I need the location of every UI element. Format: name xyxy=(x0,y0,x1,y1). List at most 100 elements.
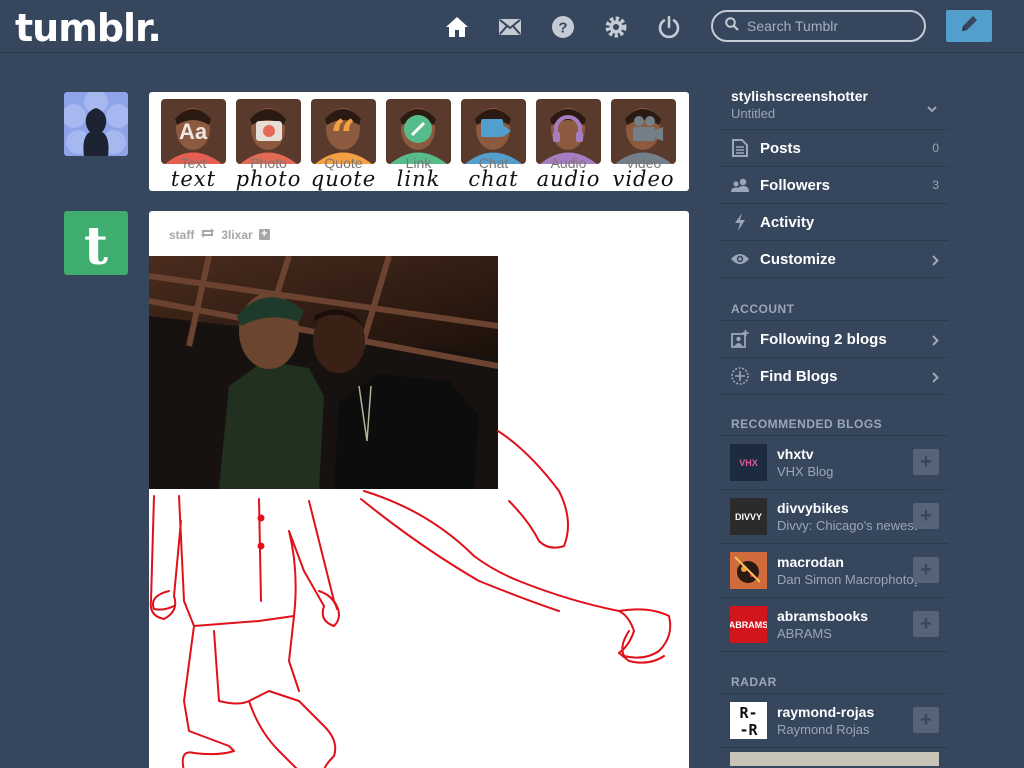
blog-row-vhxtv[interactable]: VHX vhxtv VHX Blog + xyxy=(720,436,949,490)
sidebar-item-label: Customize xyxy=(760,250,836,268)
compose-button[interactable] xyxy=(946,10,992,42)
compass-icon xyxy=(731,367,749,385)
svg-text:R-: R- xyxy=(739,704,757,722)
follow-button[interactable]: + xyxy=(913,449,939,475)
post-type-script: link xyxy=(396,167,441,191)
reblog-icon xyxy=(200,227,215,242)
sidebar: stylishscreenshotter Untitled Posts 0 Fo… xyxy=(720,80,949,766)
blog-title: Untitled xyxy=(731,106,776,121)
blog-avatar-text: ABRAMS xyxy=(730,619,767,630)
blog-description: Raymond Rojas xyxy=(777,722,870,737)
chevron-right-icon xyxy=(932,333,939,351)
blog-name[interactable]: vhxtv xyxy=(777,446,917,462)
search-icon xyxy=(725,16,739,36)
blog-avatar[interactable] xyxy=(730,552,767,589)
sidebar-item-customize[interactable]: Customize xyxy=(720,241,949,278)
help-icon[interactable]: ? xyxy=(551,15,575,39)
blog-avatar-text: VHX xyxy=(739,457,758,468)
account-heading: ACCOUNT xyxy=(720,278,949,321)
posts-count: 0 xyxy=(932,141,939,155)
blog-row-raymond-rojas[interactable]: R- -R raymond-rojas Raymond Rojas + xyxy=(720,694,949,748)
svg-text:?: ? xyxy=(558,20,567,37)
follow-button[interactable]: + xyxy=(913,503,939,529)
post-card: staff 3lixar + xyxy=(149,211,689,768)
blog-avatar[interactable]: VHX xyxy=(730,444,767,481)
post-type-quote[interactable]: “Quote quote xyxy=(305,99,380,191)
blog-name[interactable]: macrodan xyxy=(777,554,917,570)
sidebar-item-find-blogs[interactable]: Find Blogs xyxy=(720,358,949,395)
blog-name[interactable]: abramsbooks xyxy=(777,608,917,624)
post-type-script: audio xyxy=(536,167,601,191)
recommended-heading: RECOMMENDED BLOGS xyxy=(720,395,949,436)
post-type-chat[interactable]: Chat chat xyxy=(455,99,530,191)
plus-icon: + xyxy=(920,559,932,581)
search-box xyxy=(711,10,926,42)
radar-preview-image[interactable] xyxy=(730,752,939,766)
followers-icon xyxy=(731,176,749,194)
blog-avatar[interactable]: DIVVY xyxy=(730,498,767,535)
post-type-text[interactable]: Aa Text text xyxy=(155,99,230,191)
post-type-link[interactable]: Link link xyxy=(380,99,455,191)
plus-icon: + xyxy=(920,709,932,731)
sidebar-item-label: Find Blogs xyxy=(760,367,838,385)
post-type-video[interactable]: Video video xyxy=(605,99,680,191)
top-bar: tumblr. ? xyxy=(0,0,1024,53)
sidebar-item-label: Followers xyxy=(760,176,831,194)
blog-description: Divvy: Chicago's newest xyxy=(777,518,917,533)
pencil-icon xyxy=(958,13,980,40)
sidebar-item-followers[interactable]: Followers 3 xyxy=(720,167,949,204)
blog-name[interactable]: divvybikes xyxy=(777,500,917,516)
staff-avatar[interactable]: t xyxy=(64,211,128,275)
post-type-bar: Aa Text text Photo photo “Quote quote Link link C… xyxy=(149,92,689,191)
blog-description: Dan Simon Macrophotography xyxy=(777,572,917,587)
lightning-icon xyxy=(731,213,749,231)
blog-name[interactable]: raymond-rojas xyxy=(777,704,917,720)
post-header: staff 3lixar + xyxy=(169,227,270,242)
reblogged-from[interactable]: 3lixar xyxy=(221,228,252,242)
blog-description: VHX Blog xyxy=(777,464,834,479)
radar-heading: RADAR xyxy=(720,652,949,694)
eye-icon xyxy=(731,250,749,268)
svg-text:t: t xyxy=(84,216,108,275)
post-drawing xyxy=(149,430,672,768)
blog-row-macrodan[interactable]: macrodan Dan Simon Macrophotography+ xyxy=(720,544,949,598)
blog-avatar[interactable]: ABRAMS xyxy=(730,606,767,643)
post-type-script: text xyxy=(170,167,217,191)
chevron-right-icon xyxy=(932,253,939,271)
sidebar-item-following[interactable]: Following 2 blogs xyxy=(720,321,949,358)
post-type-photo[interactable]: Photo photo xyxy=(230,99,305,191)
followers-count: 3 xyxy=(932,178,939,192)
svg-text:Aa: Aa xyxy=(179,119,208,144)
blog-row-abramsbooks[interactable]: ABRAMS abramsbooks ABRAMS + xyxy=(720,598,949,652)
svg-text:-R: -R xyxy=(739,721,758,739)
follow-plus-icon[interactable]: + xyxy=(258,229,270,240)
follow-button[interactable]: + xyxy=(913,707,939,733)
post-type-script: photo xyxy=(235,167,302,191)
follow-button[interactable]: + xyxy=(913,557,939,583)
logout-icon[interactable] xyxy=(657,15,681,39)
chevron-down-icon[interactable] xyxy=(927,100,937,118)
tumblr-logo[interactable]: tumblr. xyxy=(15,6,162,50)
user-avatar[interactable] xyxy=(64,92,128,156)
sidebar-item-label: Posts xyxy=(760,139,801,157)
blog-avatar-text: DIVVY xyxy=(734,511,762,522)
post-type-script: chat xyxy=(468,167,519,191)
sidebar-item-label: Following 2 blogs xyxy=(760,330,887,348)
blog-header[interactable]: stylishscreenshotter Untitled xyxy=(720,80,949,130)
sidebar-item-activity[interactable]: Activity xyxy=(720,204,949,241)
follow-button[interactable]: + xyxy=(913,611,939,637)
sidebar-item-posts[interactable]: Posts 0 xyxy=(720,130,949,167)
plus-icon: + xyxy=(920,505,932,527)
post-type-audio[interactable]: Audio audio xyxy=(530,99,605,191)
inbox-icon[interactable] xyxy=(498,15,522,39)
blog-row-divvybikes[interactable]: DIVVY divvybikes Divvy: Chicago's newest + xyxy=(720,490,949,544)
post-author[interactable]: staff xyxy=(169,228,194,242)
home-icon[interactable] xyxy=(445,15,469,39)
search-input[interactable] xyxy=(747,18,917,34)
settings-icon[interactable] xyxy=(604,15,628,39)
sidebar-item-label: Activity xyxy=(760,213,815,231)
posts-icon xyxy=(731,139,749,157)
following-icon xyxy=(731,330,749,348)
blog-avatar[interactable]: R- -R xyxy=(730,702,767,739)
chevron-right-icon xyxy=(932,370,939,388)
